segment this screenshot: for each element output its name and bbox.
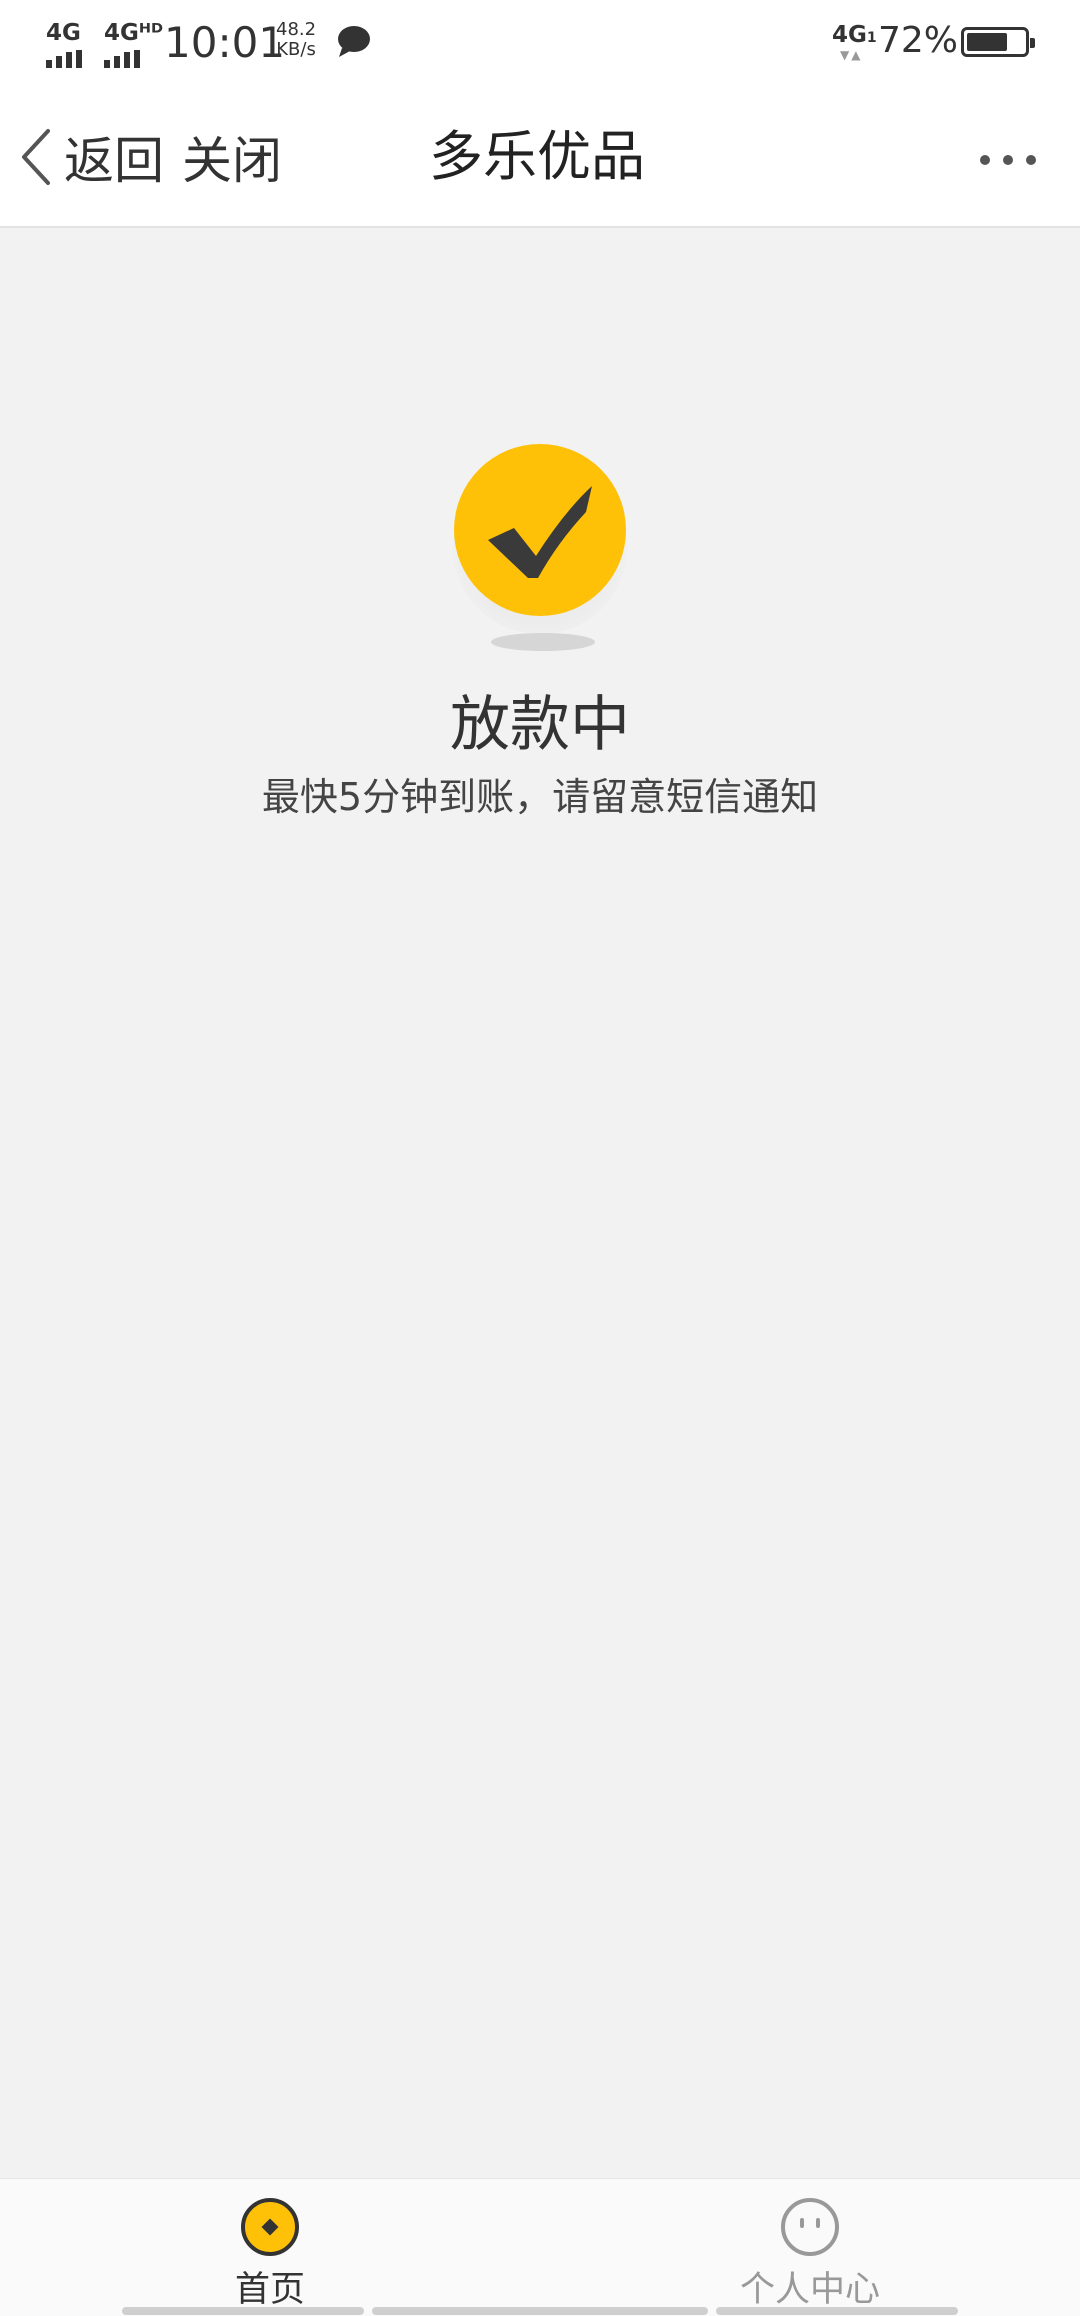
mobile-data-label: 4G <box>832 22 867 48</box>
tab-bar: 首页 个人中心 <box>0 2178 1080 2316</box>
net-speed-value: 48.2 <box>276 19 317 40</box>
tab-profile[interactable]: 个人中心 <box>660 2179 960 2310</box>
mobile-data-indicator: 4G1 ▼▲ <box>832 22 877 62</box>
sim2-network-label: 4Gᴴᴰ <box>104 20 164 46</box>
sim1-network-label: 4G <box>46 20 81 46</box>
back-label: 返回 <box>64 132 164 190</box>
gesture-bar <box>122 2307 364 2315</box>
data-arrows-icon: ▼▲ <box>840 48 863 62</box>
close-button[interactable]: 关闭 <box>182 122 282 192</box>
signal-bars-icon <box>46 50 82 68</box>
status-description: 最快5分钟到账，请留意短信通知 <box>261 775 819 819</box>
page-title-text: 多乐优品 <box>429 125 645 188</box>
more-dots-icon <box>980 155 990 165</box>
status-bar: 4G 4Gᴴᴰ 10:01 48.2 KB/s 4G1 ▼▲ 72% <box>0 0 1080 84</box>
battery-icon <box>961 27 1035 57</box>
status-time: 10:01 <box>164 18 286 67</box>
chat-bubble-icon <box>338 26 370 57</box>
battery-percent: 72% <box>878 20 959 61</box>
signal-bars-icon <box>104 50 140 68</box>
back-button[interactable]: 返回 <box>18 122 164 192</box>
status-title: 放款中 <box>450 690 630 760</box>
screen: 4G 4Gᴴᴰ 10:01 48.2 KB/s 4G1 ▼▲ 72% 返回 关闭… <box>0 0 1080 2316</box>
tab-profile-label: 个人中心 <box>739 2270 880 2310</box>
chevron-left-icon <box>22 129 50 185</box>
net-speed-unit: KB/s <box>276 39 316 60</box>
tab-home[interactable]: 首页 <box>120 2179 420 2310</box>
face-icon <box>781 2198 839 2256</box>
coin-icon <box>241 2198 299 2256</box>
check-circle-icon <box>452 444 628 651</box>
more-options-button[interactable] <box>980 140 1036 180</box>
nav-bar: 返回 关闭 多乐优品 <box>0 84 1080 228</box>
mobile-data-sub: 1 <box>866 30 877 46</box>
battery-fill <box>967 33 1007 51</box>
net-speed: 48.2 KB/s <box>276 20 316 60</box>
tab-home-label: 首页 <box>234 2270 305 2310</box>
gesture-bar <box>372 2307 708 2315</box>
gesture-bar <box>716 2307 958 2315</box>
